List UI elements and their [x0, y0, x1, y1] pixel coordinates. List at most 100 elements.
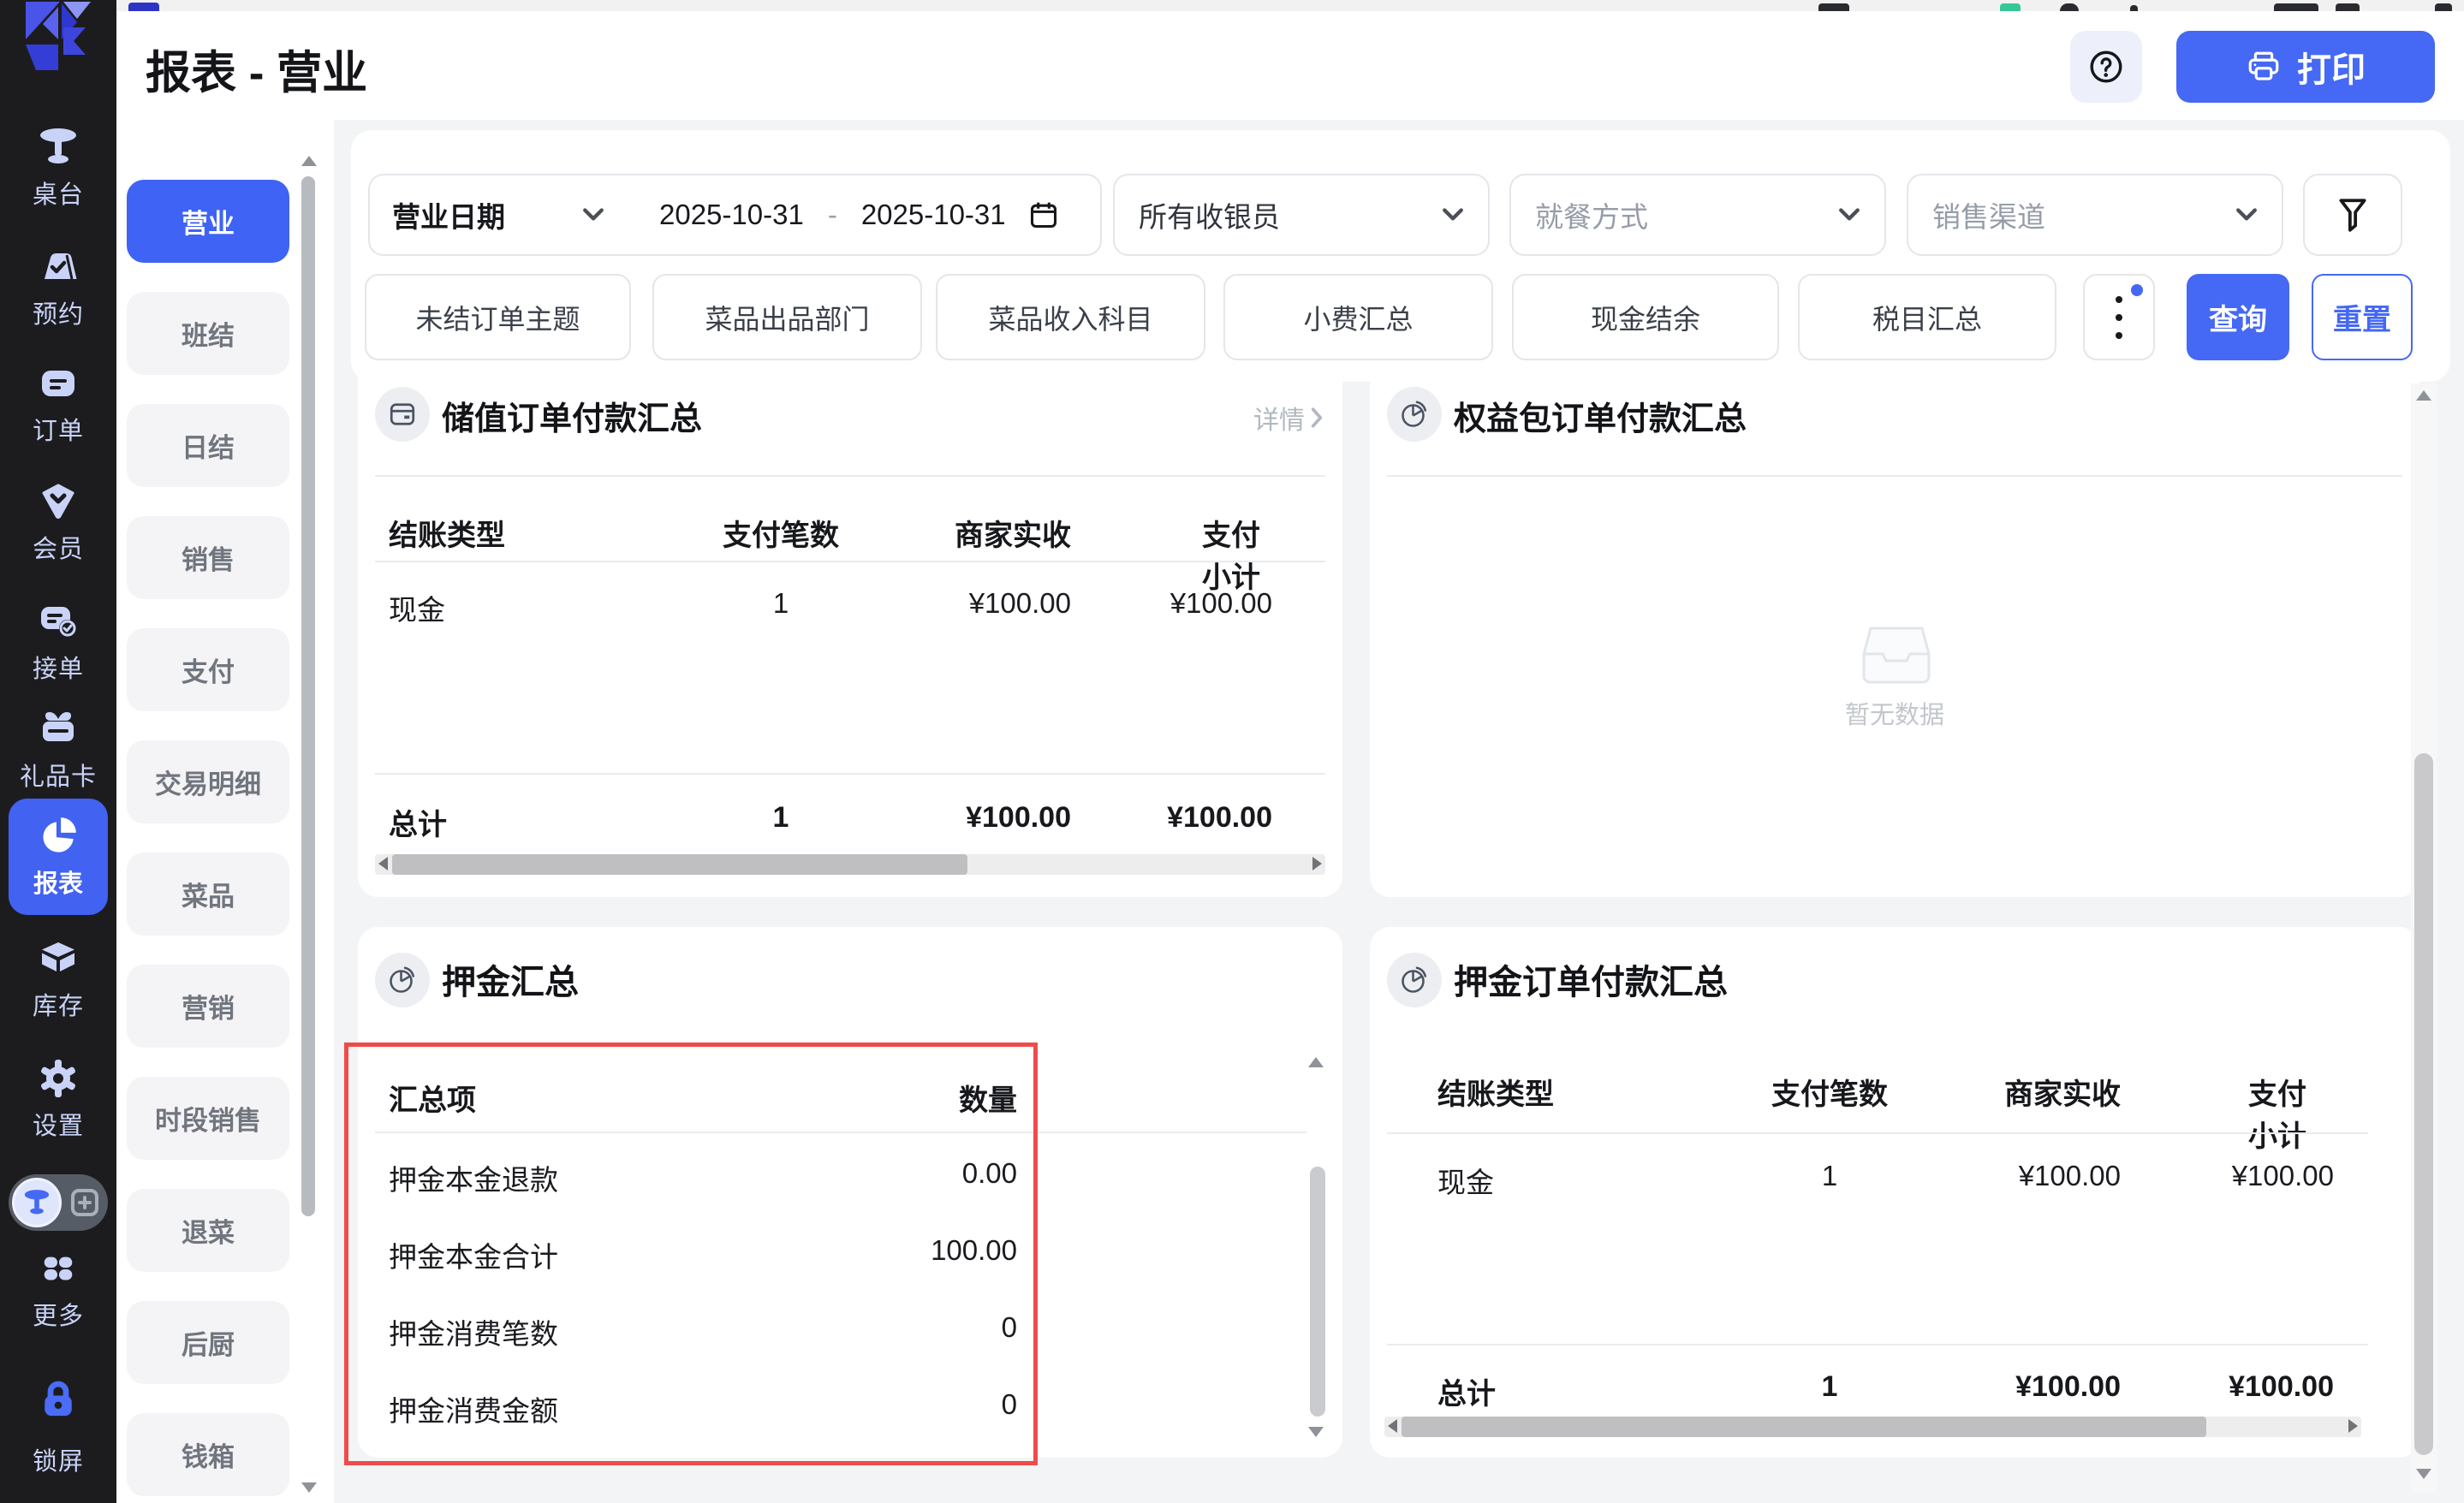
sidebar-item-tables[interactable]: 桌台 [0, 127, 116, 211]
card-title: 权益包订单付款汇总 [1454, 392, 1747, 439]
divider [375, 773, 1325, 775]
date-range-control[interactable]: 营业日期 2025-10-31 - 2025-10-31 [368, 174, 1102, 256]
divider [375, 561, 1325, 562]
scrollbar-thumb[interactable] [392, 854, 967, 875]
scrollbar-thumb[interactable] [1402, 1417, 2206, 1437]
table-cell: ¥100.00 [2232, 1160, 2334, 1192]
reservation-icon [38, 247, 79, 288]
submenu-scrollbar[interactable] [301, 176, 315, 1216]
quick-report-dish-revenue[interactable]: 菜品收入科目 [936, 274, 1205, 360]
submenu-item-dishes[interactable]: 菜品 [127, 852, 289, 936]
help-button[interactable] [2070, 31, 2142, 103]
column-header: 商家实收 [2004, 1071, 2121, 1113]
scroll-right-icon[interactable] [2348, 1419, 2358, 1433]
scroll-left-icon[interactable] [1388, 1419, 1397, 1433]
quick-report-tax-summary[interactable]: 税目汇总 [1798, 274, 2056, 360]
sidebar-item-settings[interactable]: 设置 [0, 1058, 116, 1142]
page-scroll-up-icon[interactable] [2416, 390, 2431, 401]
submenu-item-kitchen[interactable]: 后厨 [127, 1301, 289, 1384]
card-title: 押金订单付款汇总 [1454, 954, 1728, 1004]
page-scrollbar-thumb[interactable] [2414, 753, 2433, 1455]
submenu-item-shift-close[interactable]: 班结 [127, 292, 289, 375]
submenu-item-period-sales[interactable]: 时段销售 [127, 1077, 289, 1160]
cashier-dropdown[interactable]: 所有收银员 [1113, 174, 1490, 256]
new-page-icon[interactable] [70, 1188, 99, 1217]
card-title: 押金汇总 [442, 954, 579, 1004]
sidebar-item-label: 报表 [33, 864, 83, 900]
sidebar-item-label: 预约 [33, 294, 84, 330]
more-grid-icon [39, 1250, 78, 1289]
chevron-down-icon [1442, 207, 1464, 223]
submenu-item-payments[interactable]: 支付 [127, 628, 289, 711]
card-vertical-scrollbar[interactable] [1310, 1167, 1325, 1417]
print-button[interactable]: 打印 [2176, 31, 2435, 103]
lock-icon [35, 1376, 81, 1423]
submenu-item-cash-drawer[interactable]: 钱箱 [127, 1413, 289, 1496]
sidebar-item-gift-cards[interactable]: 礼品卡 [0, 709, 116, 793]
date-to-value[interactable]: 2025-10-31 [861, 199, 1006, 231]
table-mode-icon[interactable] [12, 1178, 62, 1227]
card-scroll-down-icon[interactable] [1308, 1427, 1324, 1437]
quick-report-dish-department[interactable]: 菜品出品部门 [652, 274, 922, 360]
gift-card-icon [38, 709, 79, 750]
total-cell: 1 [773, 801, 789, 835]
sidebar-item-members[interactable]: 会员 [0, 481, 116, 565]
horizontal-scrollbar[interactable] [375, 854, 1325, 875]
sidebar-item-more[interactable]: 更多 [0, 1250, 116, 1332]
date-type-label[interactable]: 营业日期 [392, 194, 505, 235]
sidebar-item-label: 礼品卡 [20, 757, 97, 793]
date-from-value[interactable]: 2025-10-31 [659, 199, 804, 231]
quick-report-tips-summary[interactable]: 小费汇总 [1223, 274, 1493, 360]
detail-link[interactable]: 详情 [1253, 399, 1324, 437]
query-button[interactable]: 查询 [2187, 274, 2289, 360]
sales-channel-dropdown[interactable]: 销售渠道 [1907, 174, 2283, 256]
benefit-package-payment-card: 权益包订单付款汇总 暂无数据 [1370, 342, 2419, 897]
total-cell: 1 [1822, 1370, 1838, 1404]
inventory-box-icon [38, 938, 79, 979]
date-separator: - [828, 199, 837, 231]
column-header: 支付笔数 [723, 512, 839, 554]
divider [1387, 1132, 2368, 1134]
sidebar-item-label: 设置 [33, 1106, 84, 1142]
reset-button[interactable]: 重置 [2312, 274, 2413, 360]
advanced-filter-button[interactable] [2303, 174, 2402, 256]
sidebar-item-label: 会员 [33, 529, 84, 565]
card-scroll-up-icon[interactable] [1308, 1057, 1324, 1067]
sidebar-item-lock-screen[interactable]: 锁屏 [0, 1376, 116, 1477]
horizontal-scrollbar[interactable] [1384, 1417, 2361, 1437]
chrome-fragment [128, 3, 159, 11]
sidebar-item-orders[interactable]: 订单 [0, 363, 116, 447]
chevron-down-icon [1838, 207, 1860, 223]
sidebar-item-reservation[interactable]: 预约 [0, 247, 116, 330]
dining-mode-dropdown[interactable]: 就餐方式 [1509, 174, 1886, 256]
page-scroll-down-icon[interactable] [2416, 1469, 2431, 1479]
submenu-item-transactions[interactable]: 交易明细 [127, 740, 289, 823]
sidebar-item-label: 接单 [33, 649, 84, 685]
sidebar-item-inventory[interactable]: 库存 [0, 938, 116, 1022]
submenu-item-day-close[interactable]: 日结 [127, 404, 289, 487]
column-header: 支付笔数 [1771, 1071, 1888, 1113]
submenu-item-returns[interactable]: 退菜 [127, 1189, 289, 1272]
mode-toggle[interactable] [9, 1174, 108, 1231]
table-cell: ¥100.00 [2019, 1160, 2121, 1192]
quick-report-cash-balance[interactable]: 现金结余 [1512, 274, 1779, 360]
submenu-item-marketing[interactable]: 营销 [127, 965, 289, 1048]
deposit-order-payment-card: 押金订单付款汇总 结账类型 支付笔数 商家实收 支付小计 现金 1 ¥100.0… [1370, 927, 2419, 1458]
more-reports-button[interactable] [2083, 274, 2155, 360]
submenu-scroll-down-icon[interactable] [301, 1482, 317, 1493]
submenu-item-business[interactable]: 营业 [127, 180, 289, 263]
column-header: 支付小计 [2248, 1071, 2334, 1155]
submenu-item-sales[interactable]: 销售 [127, 516, 289, 599]
printer-icon [2246, 49, 2282, 85]
scroll-right-icon[interactable] [1312, 857, 1322, 870]
quick-report-unsettled-orders[interactable]: 未结订单主题 [365, 274, 631, 360]
chevron-right-icon [1310, 407, 1324, 429]
scroll-left-icon[interactable] [378, 857, 388, 870]
submenu-scroll-up-icon[interactable] [301, 156, 317, 166]
sidebar-item-reports[interactable]: 报表 [9, 799, 108, 915]
sidebar-item-label: 库存 [33, 986, 84, 1022]
table-cell: 现金 [1437, 1160, 1494, 1201]
sidebar-item-accept-orders[interactable]: 接单 [0, 601, 116, 685]
divider [1387, 475, 2402, 477]
table-icon [38, 127, 79, 168]
